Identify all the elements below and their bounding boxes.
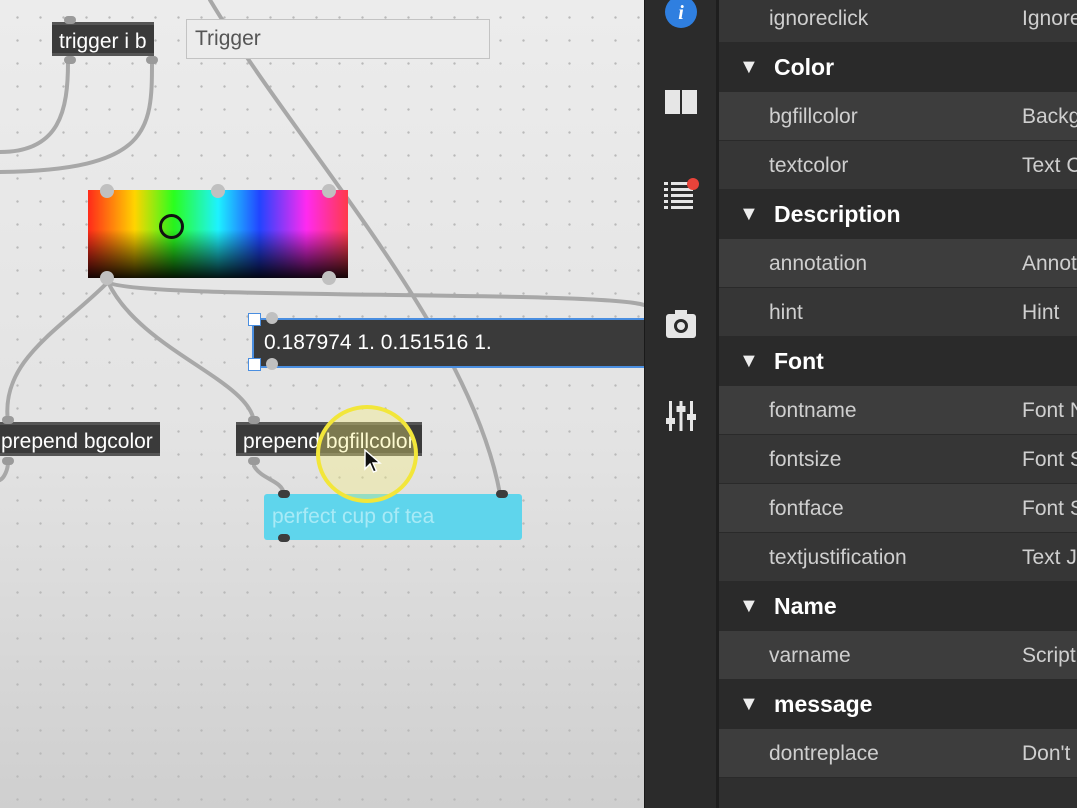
attribute-name: fontsize [769, 448, 842, 471]
mixer-icon[interactable] [663, 398, 699, 434]
collapse-triangle-icon[interactable]: ▼ [739, 43, 759, 92]
prepend-bgcolor-object[interactable]: prepend bgcolor [0, 422, 160, 456]
attribute-label: Annot [1022, 252, 1077, 275]
attribute-name: textcolor [769, 154, 849, 177]
patch-cord[interactable] [5, 280, 110, 424]
selection-handle[interactable] [248, 313, 261, 326]
trigger-comment[interactable]: Trigger [186, 19, 490, 59]
object-inlet[interactable] [2, 416, 14, 424]
object-outlet[interactable] [248, 457, 260, 465]
category-name: Color [774, 54, 835, 80]
resize-handle[interactable] [322, 271, 336, 285]
list-icon[interactable] [663, 176, 699, 212]
inspector-panel: ignoreclick Ignore ▼ Color bgfillcolor B… [716, 0, 1077, 808]
swatch-picker-handle[interactable] [159, 214, 184, 239]
object-outlet[interactable] [64, 56, 76, 64]
category-name: message [774, 691, 873, 717]
resize-handle[interactable] [211, 184, 225, 198]
object-outlet[interactable] [2, 457, 14, 465]
object-outlet[interactable] [278, 534, 290, 542]
resize-handle[interactable] [266, 358, 278, 370]
attribute-name: ignoreclick [769, 7, 869, 30]
inspector-row-dontreplace[interactable]: dontreplace Don't [719, 729, 1077, 778]
trigger-object[interactable]: trigger i b [52, 22, 154, 56]
attribute-name: dontreplace [769, 742, 879, 765]
attribute-label: Font S [1022, 448, 1077, 471]
collapse-triangle-icon[interactable]: ▼ [739, 680, 759, 729]
collapse-triangle-icon[interactable]: ▼ [739, 582, 759, 631]
inspector-row-textcolor[interactable]: textcolor Text C [719, 141, 1077, 190]
attribute-label: Hint [1022, 301, 1060, 324]
attribute-name: bgfillcolor [769, 105, 858, 128]
object-inlet[interactable] [278, 490, 290, 498]
attribute-label: Text C [1022, 154, 1077, 177]
inspector-row-varname[interactable]: varname Script [719, 631, 1077, 680]
info-icon[interactable]: i [663, 0, 699, 30]
mouse-cursor-icon [364, 449, 382, 473]
category-header-color[interactable]: ▼ Color [719, 43, 1077, 92]
color-swatch[interactable] [88, 190, 348, 278]
category-name: Name [774, 593, 837, 619]
inspector-row-annotation[interactable]: annotation Annot [719, 239, 1077, 288]
attribute-label: Don't [1022, 742, 1071, 765]
inspector-row-ignoreclick[interactable]: ignoreclick Ignore [719, 0, 1077, 43]
inspector-row-bgfillcolor[interactable]: bgfillcolor Backg [719, 92, 1077, 141]
attribute-label: Ignore [1022, 7, 1077, 30]
resize-handle[interactable] [100, 271, 114, 285]
camera-icon[interactable] [663, 306, 699, 342]
textbutton-text: perfect cup of tea [272, 505, 435, 528]
attribute-label: Backg [1022, 105, 1077, 128]
patch-cords [0, 0, 644, 496]
attribute-name: hint [769, 301, 803, 324]
inspector-row-textjustification[interactable]: textjustification Text J [719, 533, 1077, 582]
inspector-row-fontsize[interactable]: fontsize Font S [719, 435, 1077, 484]
attribute-label: Text J [1022, 546, 1077, 569]
category-header-name[interactable]: ▼ Name [719, 582, 1077, 631]
category-header-message[interactable]: ▼ message [719, 680, 1077, 729]
object-outlet[interactable] [146, 56, 158, 64]
attribute-label: Font N [1022, 399, 1077, 422]
object-inlet[interactable] [64, 16, 76, 24]
patcher-canvas[interactable]: trigger i b Trigger 0.187974 1. 0.151516… [0, 0, 644, 808]
resize-handle[interactable] [100, 184, 114, 198]
object-inlet[interactable] [496, 490, 508, 498]
inspector-row-hint[interactable]: hint Hint [719, 288, 1077, 337]
sidebar-toolbar: i [644, 0, 716, 808]
attribute-label: Script [1022, 644, 1076, 667]
attribute-name: annotation [769, 252, 868, 275]
message-box-text: 0.187974 1. 0.151516 1. [264, 331, 492, 354]
patch-cord[interactable] [0, 60, 154, 174]
collapse-triangle-icon[interactable]: ▼ [739, 190, 759, 239]
inspector-row-fontname[interactable]: fontname Font N [719, 386, 1077, 435]
prepend-bgcolor-text: prepend bgcolor [1, 430, 153, 453]
inspector-row-fontface[interactable]: fontface Font S [719, 484, 1077, 533]
category-header-font[interactable]: ▼ Font [719, 337, 1077, 386]
patch-cord[interactable] [106, 280, 256, 424]
message-box[interactable]: 0.187974 1. 0.151516 1. [252, 318, 644, 368]
attribute-name: textjustification [769, 546, 907, 569]
book-icon[interactable] [663, 84, 699, 120]
textbutton-object[interactable]: perfect cup of tea [264, 494, 522, 540]
collapse-triangle-icon[interactable]: ▼ [739, 337, 759, 386]
patch-cord[interactable] [0, 60, 70, 154]
resize-handle[interactable] [322, 184, 336, 198]
category-header-description[interactable]: ▼ Description [719, 190, 1077, 239]
object-inlet[interactable] [248, 416, 260, 424]
attribute-name: fontface [769, 497, 844, 520]
category-name: Description [774, 201, 901, 227]
category-name: Font [774, 348, 824, 374]
patch-cord[interactable] [106, 280, 644, 307]
attribute-name: varname [769, 644, 851, 667]
trigger-object-text: trigger i b [59, 30, 147, 53]
svg-text:i: i [678, 2, 684, 24]
resize-handle[interactable] [266, 312, 278, 324]
attribute-name: fontname [769, 399, 857, 422]
attribute-label: Font S [1022, 497, 1077, 520]
selection-handle[interactable] [248, 358, 261, 371]
trigger-comment-text: Trigger [195, 27, 261, 50]
